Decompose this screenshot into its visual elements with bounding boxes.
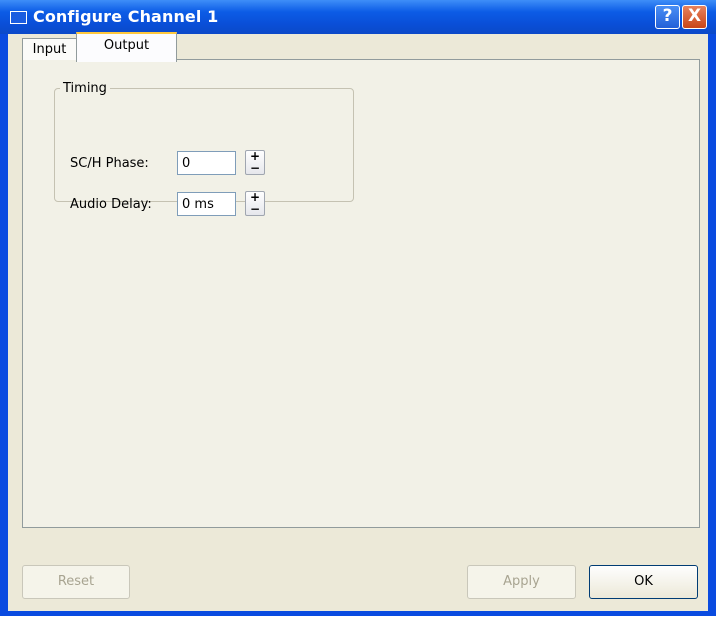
window-icon <box>10 11 27 24</box>
close-button[interactable]: X <box>682 5 707 29</box>
timing-group-label: Timing <box>60 81 110 96</box>
audio-delay-label: Audio Delay: <box>70 197 152 212</box>
tab-input[interactable]: Input <box>22 38 77 60</box>
ok-button[interactable]: OK <box>589 565 698 599</box>
sch-phase-decrement-button[interactable]: − <box>246 162 264 175</box>
audio-delay-spinner: + − <box>245 191 265 216</box>
tab-output-label: Output <box>103 38 150 53</box>
audio-delay-decrement-button[interactable]: − <box>246 203 264 216</box>
help-button[interactable]: ? <box>655 5 680 29</box>
window-title: Configure Channel 1 <box>33 7 219 26</box>
sch-phase-spinner: + − <box>245 150 265 175</box>
window-frame-right <box>708 34 716 611</box>
reset-button[interactable]: Reset <box>22 565 130 599</box>
sch-phase-label: SC/H Phase: <box>70 156 149 171</box>
audio-delay-input[interactable] <box>177 192 236 216</box>
title-bar[interactable]: Configure Channel 1 ? X <box>0 0 716 34</box>
sch-phase-input[interactable] <box>177 151 236 175</box>
timing-group <box>54 88 354 202</box>
tab-output[interactable]: Output <box>76 32 177 62</box>
apply-button[interactable]: Apply <box>467 565 576 599</box>
dialog-window: Configure Channel 1 ? X Input Output Tim… <box>0 0 716 616</box>
